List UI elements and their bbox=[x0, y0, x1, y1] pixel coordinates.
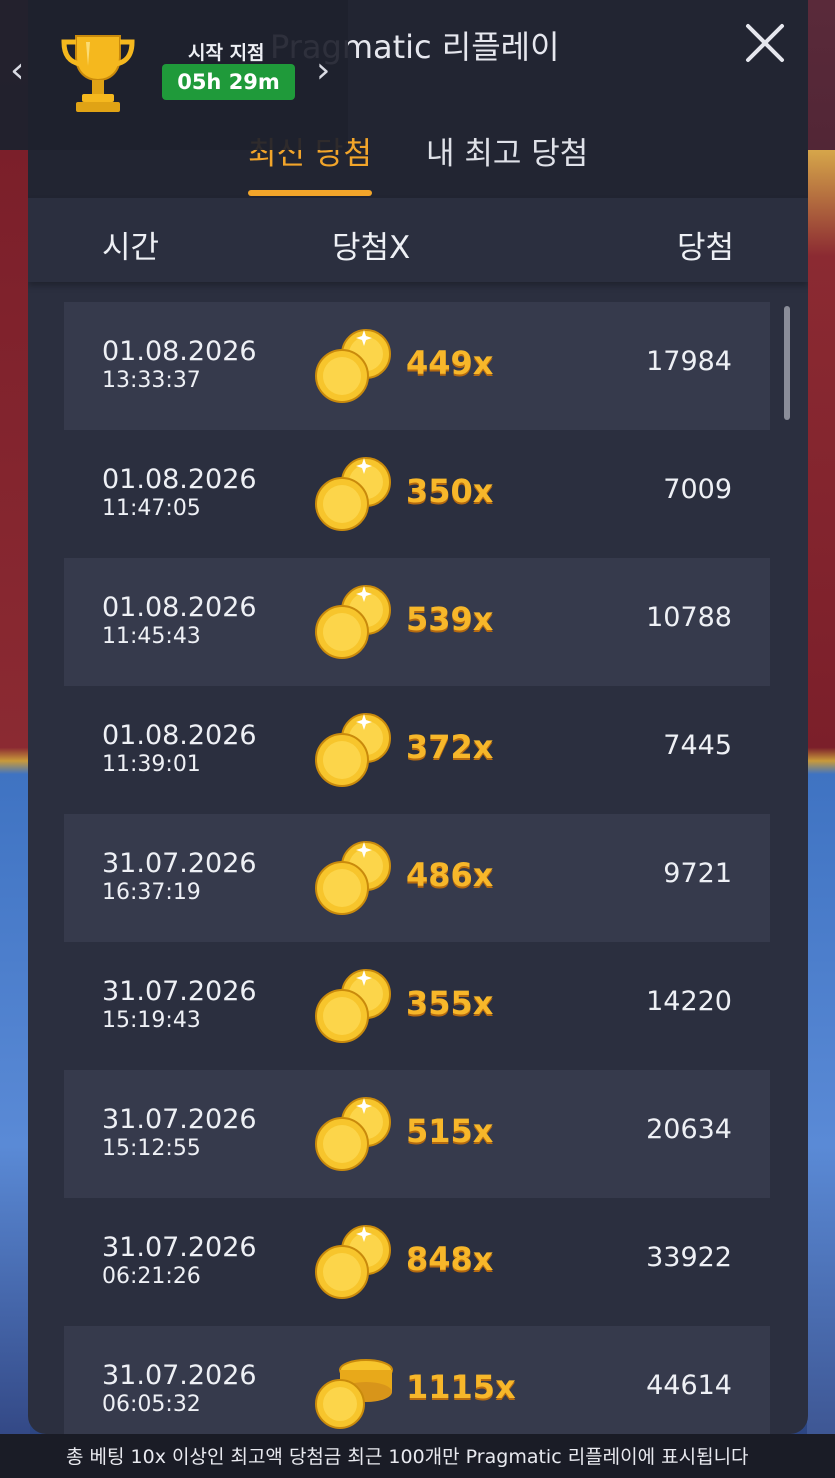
next-arrow-button[interactable]: › bbox=[316, 50, 330, 91]
row-time: 06:21:26 bbox=[102, 1264, 201, 1289]
row-multiplier: 355x bbox=[406, 984, 494, 1022]
row-time: 16:37:19 bbox=[102, 880, 201, 905]
close-icon bbox=[746, 24, 784, 62]
row-win-amount: 33922 bbox=[646, 1242, 732, 1273]
row-win-amount: 9721 bbox=[663, 858, 732, 889]
row-multiplier: 449x bbox=[406, 344, 494, 382]
row-date: 01.08.2026 bbox=[102, 464, 257, 495]
gold-coins-icon bbox=[314, 1350, 396, 1430]
row-multiplier: 848x bbox=[406, 1240, 494, 1278]
row-time: 11:47:05 bbox=[102, 496, 201, 521]
replay-panel: Pragmatic 리플레이 최신 당첨 내 최고 당첨 시간 당첨X 당첨 0… bbox=[28, 0, 808, 1434]
row-multiplier: 1115x bbox=[406, 1368, 516, 1406]
wins-list[interactable]: 01.08.2026 13:33:37 449x 17984 01.08.2026 11:… bbox=[64, 302, 770, 1434]
row-win-amount: 10788 bbox=[646, 602, 732, 633]
row-win-amount: 20634 bbox=[646, 1114, 732, 1145]
table-row[interactable]: 01.08.2026 11:39:01 372x 7445 bbox=[64, 686, 770, 814]
tab-my-best-wins[interactable]: 내 최고 당첨 bbox=[426, 128, 588, 173]
table-row[interactable]: 01.08.2026 11:47:05 350x 7009 bbox=[64, 430, 770, 558]
row-win-amount: 17984 bbox=[646, 346, 732, 377]
list-scrollbar[interactable] bbox=[784, 306, 790, 420]
table-row[interactable]: 31.07.2026 06:05:32 1115x 44614 bbox=[64, 1326, 770, 1434]
gold-coins-icon bbox=[314, 1094, 396, 1174]
table-row[interactable]: 01.08.2026 11:45:43 539x 10788 bbox=[64, 558, 770, 686]
row-time: 11:45:43 bbox=[102, 624, 201, 649]
row-date: 31.07.2026 bbox=[102, 1104, 257, 1135]
footer-note: 총 베팅 10x 이상인 최고액 당첨금 최근 100개만 Pragmatic … bbox=[66, 1446, 749, 1468]
row-time: 13:33:37 bbox=[102, 368, 201, 393]
footer: 총 베팅 10x 이상인 최고액 당첨금 최근 100개만 Pragmatic … bbox=[0, 1434, 835, 1478]
table-row[interactable]: 31.07.2026 16:37:19 486x 9721 bbox=[64, 814, 770, 942]
column-header-time: 시간 bbox=[102, 230, 160, 266]
row-date: 31.07.2026 bbox=[102, 1360, 257, 1391]
row-multiplier: 486x bbox=[406, 856, 494, 894]
gold-coins-icon bbox=[314, 454, 396, 534]
gold-coins-icon bbox=[314, 326, 396, 406]
table-row[interactable]: 31.07.2026 15:12:55 515x 20634 bbox=[64, 1070, 770, 1198]
column-header-win: 당첨 bbox=[676, 230, 734, 266]
trophy-icon bbox=[61, 35, 135, 112]
gold-coins-icon bbox=[314, 966, 396, 1046]
table-row[interactable]: 31.07.2026 15:19:43 355x 14220 bbox=[64, 942, 770, 1070]
row-time: 15:12:55 bbox=[102, 1136, 201, 1161]
column-header-multiplier: 당첨X bbox=[332, 230, 411, 266]
row-multiplier: 372x bbox=[406, 728, 494, 766]
row-date: 01.08.2026 bbox=[102, 720, 257, 751]
game-background-left bbox=[0, 150, 30, 1478]
previous-arrow-button[interactable]: ‹ bbox=[10, 50, 24, 91]
row-win-amount: 7009 bbox=[663, 474, 732, 505]
row-date: 01.08.2026 bbox=[102, 592, 257, 623]
row-win-amount: 7445 bbox=[663, 730, 732, 761]
row-win-amount: 14220 bbox=[646, 986, 732, 1017]
table-row[interactable]: 31.07.2026 06:21:26 848x 33922 bbox=[64, 1198, 770, 1326]
timer-badge: 05h 29m bbox=[162, 64, 295, 100]
table-row[interactable]: 01.08.2026 13:33:37 449x 17984 bbox=[64, 302, 770, 430]
row-time: 11:39:01 bbox=[102, 752, 201, 777]
row-time: 06:05:32 bbox=[102, 1392, 201, 1417]
row-time: 15:19:43 bbox=[102, 1008, 201, 1033]
row-multiplier: 350x bbox=[406, 472, 494, 510]
row-date: 01.08.2026 bbox=[102, 336, 257, 367]
row-date: 31.07.2026 bbox=[102, 848, 257, 879]
active-tab-underline bbox=[248, 190, 372, 196]
timer-label: 시작 지점 bbox=[188, 42, 265, 64]
row-multiplier: 515x bbox=[406, 1112, 494, 1150]
row-date: 31.07.2026 bbox=[102, 1232, 257, 1263]
row-multiplier: 539x bbox=[406, 600, 494, 638]
gold-coins-icon bbox=[314, 1222, 396, 1302]
gold-coins-icon bbox=[314, 710, 396, 790]
table-header: 시간 당첨X 당첨 bbox=[28, 198, 808, 282]
close-button[interactable] bbox=[744, 22, 786, 64]
row-date: 31.07.2026 bbox=[102, 976, 257, 1007]
gold-coins-icon bbox=[314, 838, 396, 918]
game-background-right bbox=[807, 150, 835, 1478]
gold-coins-icon bbox=[314, 582, 396, 662]
row-win-amount: 44614 bbox=[646, 1370, 732, 1401]
tournament-timer-widget: ‹ 시작 지점 05h 29m › bbox=[0, 0, 348, 150]
